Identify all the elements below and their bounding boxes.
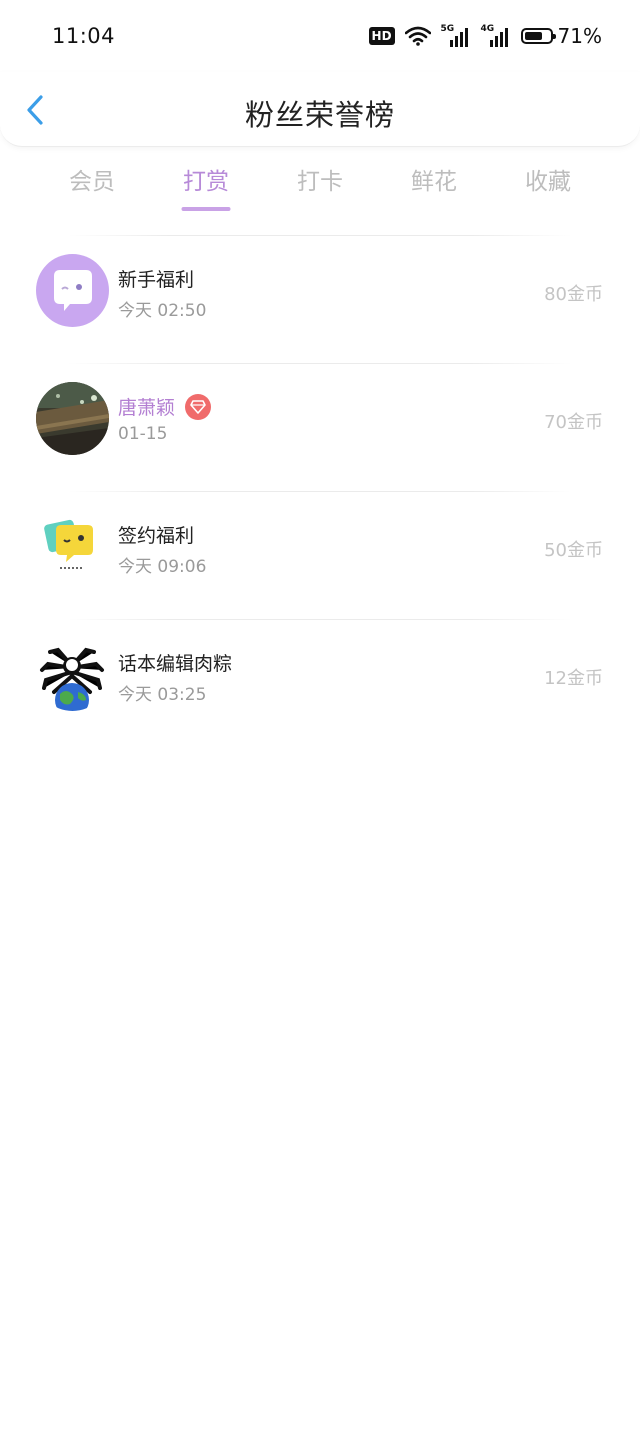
user-avatar[interactable] [36,382,109,455]
user-name: 唐萧颖 [118,393,212,420]
reward-amount: 12金币 [544,668,603,689]
battery-indicator: 71% [520,24,602,48]
battery-percent: 71% [557,24,602,48]
reward-time: 01-15 [118,424,168,444]
list-item[interactable]: 唐萧颖 01-15 70金币 [0,363,640,491]
user-avatar[interactable] [36,638,109,711]
hd-icon: HD [368,27,395,45]
user-name: 签约福利 [118,525,195,547]
status-time: 11:04 [52,24,116,48]
ranking-list: 新手福利 今天 02:50 80金币 唐萧颖 01-15 70金币 签约福利 今… [0,235,640,747]
divider [68,491,572,492]
signal-4g-icon: 4G [481,24,511,47]
reward-time: 今天 03:25 [118,685,207,705]
signal-5g-icon: 5G [441,24,471,47]
status-icons: HD 5G 4G 71% [368,22,602,50]
list-item[interactable]: 新手福利 今天 02:50 80金币 [0,235,640,363]
active-tab-indicator [181,207,231,211]
wifi-icon [404,26,431,46]
divider [68,619,572,620]
nav-header: 粉丝荣誉榜 [0,72,640,147]
list-item[interactable]: 签约福利 今天 09:06 50金币 [0,491,640,619]
divider [68,363,572,364]
tab-reward[interactable]: 打赏 [149,162,263,216]
divider [68,235,572,236]
reward-amount: 50金币 [544,540,603,561]
diamond-icon [185,393,212,420]
tab-checkin[interactable]: 打卡 [263,162,377,216]
page-title: 粉丝荣誉榜 [244,98,395,132]
list-item[interactable]: 话本编辑肉粽 今天 03:25 12金币 [0,619,640,747]
user-name: 话本编辑肉粽 [118,653,233,675]
tab-favorites[interactable]: 收藏 [491,162,605,216]
reward-amount: 70金币 [544,412,603,433]
battery-icon [520,28,556,44]
reward-amount: 80金币 [544,284,603,305]
tab-flowers[interactable]: 鲜花 [377,162,491,216]
reward-time: 今天 02:50 [118,301,207,321]
status-bar: 11:04 HD 5G 4G 71% [0,0,640,72]
tab-bar: 会员 打赏 打卡 鲜花 收藏 [35,162,605,216]
reward-time: 今天 09:06 [118,557,207,577]
user-name: 新手福利 [118,269,195,291]
wink-bubble-icon[interactable] [36,510,109,583]
tab-member[interactable]: 会员 [35,162,149,216]
chat-bubble-icon[interactable] [36,254,109,327]
